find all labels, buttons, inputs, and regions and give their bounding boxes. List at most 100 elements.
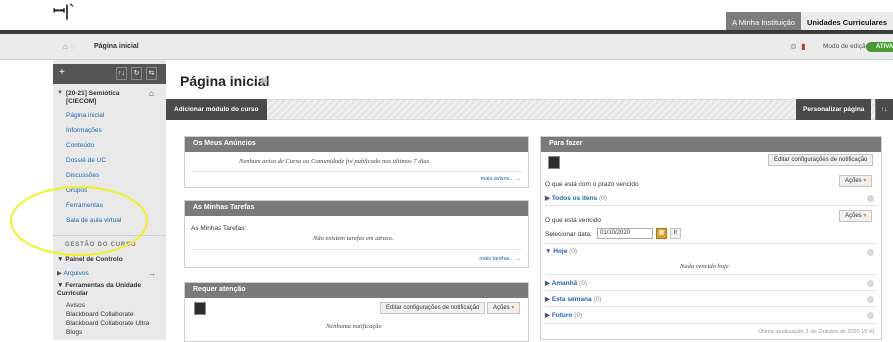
files-item[interactable]: ▶ Arquivos	[57, 269, 89, 277]
tool-blogs[interactable]: Blogs	[66, 329, 82, 336]
action-bar	[166, 99, 893, 120]
announcements-empty: Nenhum aviso de Curso ou Comunidade foi …	[239, 158, 431, 165]
course-name[interactable]: [20-21] Semiótica [CIECOM]	[66, 90, 141, 106]
bookmark-icon[interactable]: ▮	[801, 42, 805, 51]
tomorrow-label: Amanhã	[551, 280, 578, 287]
this-week-count: (0)	[593, 296, 602, 303]
tool-announcements[interactable]: Avisos	[66, 302, 85, 309]
announcements-module: Os Meus Anúncios Nenhum aviso de Curso o…	[184, 136, 529, 188]
divider	[545, 290, 877, 291]
control-panel-item[interactable]: ▼ Painel de Controlo	[57, 256, 123, 263]
divider	[545, 306, 877, 307]
chevron-down-icon: ▾	[863, 213, 867, 219]
expand-arrow-icon: ▶	[545, 312, 552, 319]
overdue-title: O que está vencido	[545, 217, 602, 224]
tasks-empty: Não existem tarefas em atraso.	[313, 235, 394, 242]
today-label: Hoje	[553, 248, 568, 255]
tomorrow-toggle[interactable]: ▶ Amanhã (0)	[545, 279, 587, 287]
future-label: Futuro	[551, 312, 573, 319]
module-title[interactable]: Para fazer	[549, 140, 582, 147]
edit-notification-settings-button[interactable]: Editar configurações de notificação	[768, 154, 874, 166]
menu-toolbar: + ↑↓ ↻ ⇆	[53, 64, 166, 84]
collapse-arrow-icon: ▼	[57, 256, 66, 263]
course-tools-label: Ferramentas da Unidade Curricular	[57, 282, 142, 297]
tool-collaborate[interactable]: Blackboard Collaborate	[66, 311, 134, 318]
status-dot	[867, 249, 874, 256]
reorder-button[interactable]: ↑↓	[875, 99, 893, 120]
module-title[interactable]: Requer atenção	[193, 286, 246, 293]
expand-arrow-icon: ▶	[545, 280, 552, 287]
help-icon[interactable]: ⊜ ▮	[790, 42, 806, 51]
date-input[interactable]: 01/10/2020	[597, 228, 653, 239]
avatar	[548, 156, 560, 169]
sidebar-item-dossier[interactable]: Dossiê de UC	[66, 157, 106, 164]
breadcrumb-current: Página inicial	[94, 43, 139, 50]
todo-module: Para fazer Editar configurações de notif…	[540, 136, 882, 340]
calendar-icon[interactable]: ▦	[656, 228, 667, 239]
this-week-toggle[interactable]: ▶ Esta semana (0)	[545, 295, 601, 303]
collapse-arrow-icon[interactable]: ▼	[57, 90, 63, 96]
title-options-icon[interactable]: ◉	[260, 75, 268, 86]
sidebar-item-content[interactable]: Conteúdo	[66, 142, 94, 149]
actions-button[interactable]: Ações ▾	[487, 302, 521, 314]
all-items-toggle[interactable]: ▶ Todos os itens (0)	[545, 194, 607, 202]
attention-empty: Nenhuma notificação	[326, 323, 382, 330]
sidebar-item-discussions[interactable]: Discussões	[66, 172, 99, 179]
breadcrumb-bar: ⌂ ◌ Página inicial ⊜ ▮ Modo de edição AT…	[0, 34, 893, 60]
select-date-label: Selecionar data:	[545, 231, 592, 238]
future-count: (0)	[574, 312, 583, 319]
more-announcements-link[interactable]: mais avisos... →	[481, 176, 521, 182]
tasks-module: As Minhas Tarefas As Minhas Tarefas: Não…	[184, 200, 529, 268]
all-items-label: Todos os itens	[551, 195, 598, 202]
home-icon[interactable]: ⌂ ◌	[63, 42, 75, 51]
divider	[545, 205, 877, 206]
tomorrow-count: (0)	[579, 280, 587, 287]
status-dot	[867, 296, 874, 303]
edit-notification-settings-button[interactable]: Editar configurações de notificação	[380, 302, 486, 314]
past-due-title: O que está com o prazo vencido	[545, 181, 639, 188]
module-header: Para fazer	[541, 137, 881, 152]
module-header: Os Meus Anúncios	[185, 137, 528, 152]
sidebar-item-home[interactable]: Página inicial	[66, 112, 104, 119]
tool-collaborate-ultra[interactable]: Blackboard Collaborate Ultra	[66, 320, 149, 327]
expand-arrow-icon: ▶	[545, 195, 552, 202]
sidebar-item-info[interactable]: Informações	[66, 127, 102, 134]
tasks-label: As Minhas Tarefas:	[191, 225, 247, 232]
refresh-icon[interactable]: ↻	[131, 67, 142, 80]
highlight-ellipse	[10, 186, 148, 256]
actions-button[interactable]: Ações ▾	[839, 175, 873, 187]
institution-logo[interactable]: ꟷ|ˋ	[53, 1, 76, 21]
control-panel-label: Painel de Controlo	[65, 256, 123, 263]
edit-mode-label: Modo de edição	[823, 43, 870, 50]
attention-module: Requer atenção Editar configurações de n…	[184, 282, 529, 342]
today-toggle[interactable]: ▼ Hoje (0)	[545, 248, 577, 255]
divider	[545, 323, 877, 324]
actions-button[interactable]: Ações ▾	[839, 210, 873, 222]
status-dot	[867, 280, 874, 287]
add-menu-item-icon[interactable]: +	[59, 67, 65, 78]
actions-label: Ações	[845, 178, 862, 184]
go-button[interactable]: Ir	[670, 228, 681, 239]
edit-mode-toggle[interactable]: ATIVADO	[866, 42, 893, 52]
personalize-page-button[interactable]: Personalizar página	[796, 99, 872, 120]
collapse-arrow-icon: ▼	[545, 248, 554, 255]
today-empty: Nada vencido hoje	[680, 263, 729, 270]
actions-label: Ações	[845, 213, 862, 219]
status-dot	[867, 312, 874, 319]
module-title[interactable]: As Minhas Tarefas	[193, 204, 254, 211]
add-module-button[interactable]: Adicionar módulo do curso	[166, 99, 267, 120]
divider	[191, 249, 522, 250]
more-tasks-link[interactable]: mais tarefas... →	[479, 256, 521, 262]
menu-view-icon[interactable]: ⇆	[146, 67, 157, 80]
home-pin-icon: ⌂	[149, 89, 154, 98]
course-tools-item[interactable]: ▼ Ferramentas da Unidade Curricular	[57, 282, 163, 298]
module-title[interactable]: Os Meus Anúncios	[193, 140, 256, 147]
status-dot	[867, 195, 874, 202]
page-title: Página inicial	[180, 73, 270, 89]
arrow-right-icon[interactable]: →	[148, 269, 156, 278]
today-count: (0)	[569, 248, 578, 255]
sort-icon[interactable]: ↑↓	[116, 67, 127, 80]
future-toggle[interactable]: ▶ Futuro (0)	[545, 311, 582, 319]
last-update-text: Última atualização: 1 de Outubro de 2020…	[758, 329, 875, 335]
files-label: Arquivos	[63, 270, 89, 277]
